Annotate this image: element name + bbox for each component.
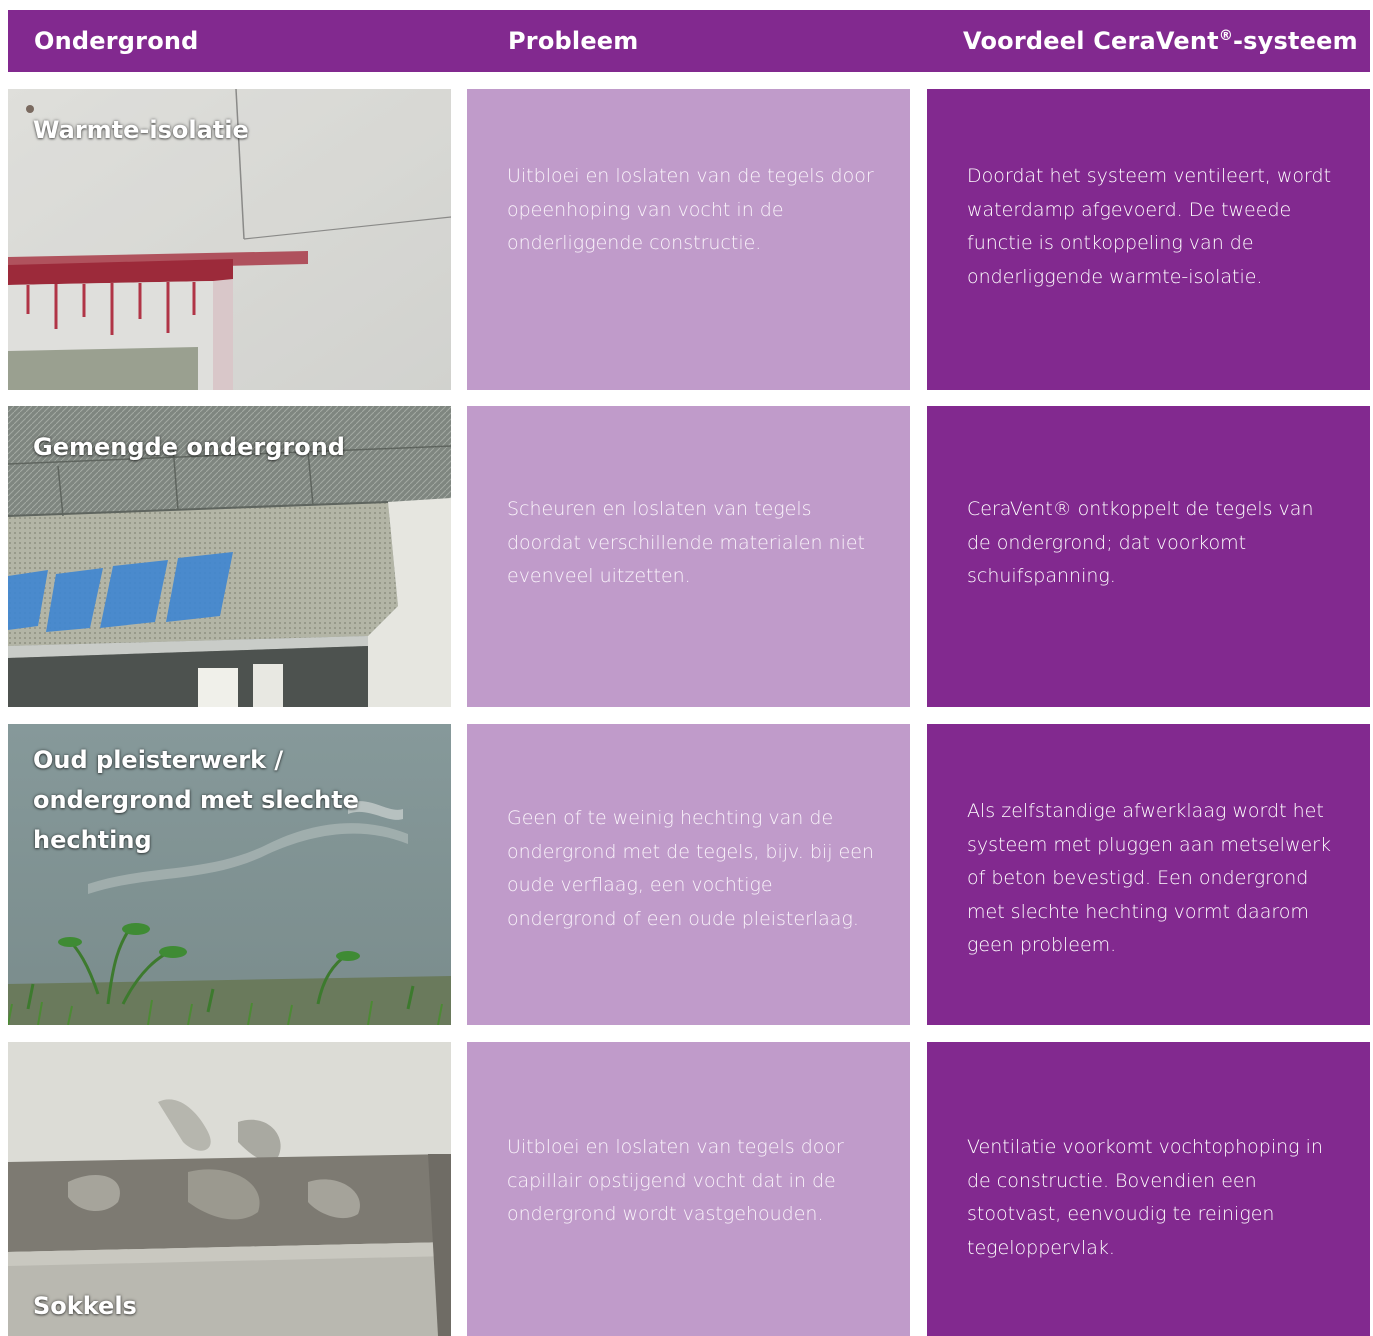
problem-cell-warmte-isolatie: Uitbloei en loslaten van de tegels door …: [467, 89, 910, 390]
table-header: Ondergrond Probleem Voordeel CeraVent®-s…: [8, 10, 1370, 72]
registered-mark: ®: [1218, 28, 1234, 44]
advantage-cell-warmte-isolatie: Doordat het systeem ventileert, wordt wa…: [927, 89, 1370, 390]
header-probleem: Probleem: [508, 27, 639, 55]
header-voordeel-prefix: Voordeel CeraVent: [963, 27, 1219, 55]
advantage-cell-sokkels: Ventilatie voorkomt vochtophoping in de …: [927, 1042, 1370, 1336]
problem-text-gemengde-ondergrond: Scheuren en loslaten van tegels doordat …: [507, 498, 866, 587]
row-label-gemengde-ondergrond: Gemengde ondergrond: [33, 433, 345, 461]
problem-text-oud-pleisterwerk: Geen of te weinig hechting van de onderg…: [507, 807, 874, 930]
header-voordeel: Voordeel CeraVent®-systeem: [963, 10, 1358, 72]
problem-cell-sokkels: Uitbloei en loslaten van tegels door cap…: [467, 1042, 910, 1336]
problem-text-sokkels: Uitbloei en loslaten van tegels door cap…: [507, 1136, 844, 1225]
header-voordeel-suffix: -systeem: [1233, 27, 1358, 55]
advantage-text-warmte-isolatie: Doordat het systeem ventileert, wordt wa…: [967, 165, 1332, 288]
advantage-text-sokkels: Ventilatie voorkomt vochtophoping in de …: [967, 1136, 1323, 1259]
advantage-text-gemengde-ondergrond: CeraVent® ontkoppelt de tegels van de on…: [967, 498, 1314, 587]
problem-text-warmte-isolatie: Uitbloei en loslaten van de tegels door …: [507, 165, 874, 254]
advantage-cell-oud-pleisterwerk: Als zelfstandige afwerklaag wordt het sy…: [927, 724, 1370, 1025]
table-row-sokkels: Sokkels Uitbloei en loslaten van tegels …: [8, 1042, 1370, 1336]
photo-oud-pleisterwerk: Oud pleisterwerk / ondergrond met slecht…: [8, 724, 451, 1025]
table-row-gemengde-ondergrond: Gemengde ondergrond Scheuren en loslaten…: [8, 406, 1370, 707]
table-row-oud-pleisterwerk: Oud pleisterwerk / ondergrond met slecht…: [8, 724, 1370, 1025]
row-label-sokkels: Sokkels: [33, 1292, 137, 1320]
problem-cell-gemengde-ondergrond: Scheuren en loslaten van tegels doordat …: [467, 406, 910, 707]
photo-gemengde-ondergrond: Gemengde ondergrond: [8, 406, 451, 707]
table-row-warmte-isolatie: Warmte-isolatie Uitbloei en loslaten van…: [8, 89, 1370, 390]
row-label-oud-pleisterwerk: Oud pleisterwerk / ondergrond met slecht…: [33, 746, 359, 854]
advantage-cell-gemengde-ondergrond: CeraVent® ontkoppelt de tegels van de on…: [927, 406, 1370, 707]
header-ondergrond: Ondergrond: [34, 27, 199, 55]
photo-warmte-isolatie: Warmte-isolatie: [8, 89, 451, 390]
photo-sokkels: Sokkels: [8, 1042, 451, 1336]
row-label-warmte-isolatie: Warmte-isolatie: [33, 116, 249, 144]
problem-cell-oud-pleisterwerk: Geen of te weinig hechting van de onderg…: [467, 724, 910, 1025]
advantage-text-oud-pleisterwerk: Als zelfstandige afwerklaag wordt het sy…: [967, 800, 1331, 956]
